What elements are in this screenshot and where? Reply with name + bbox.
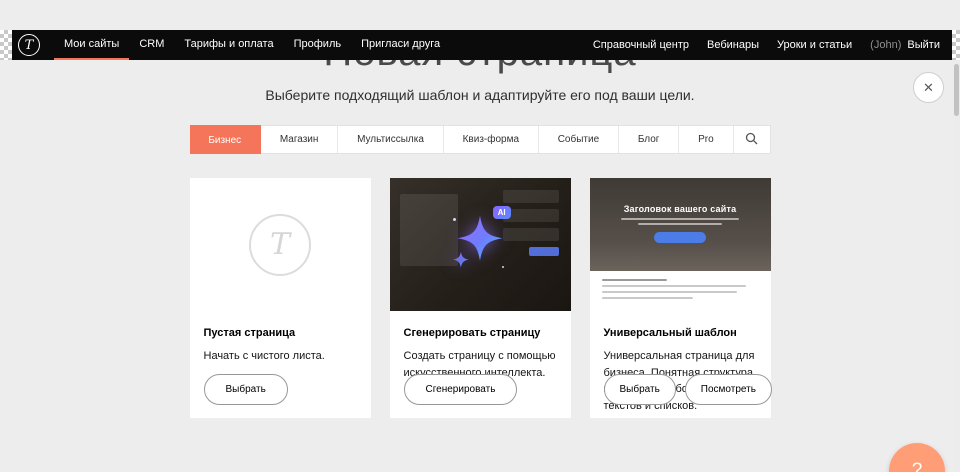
topbar-menu: Мои сайты CRM Тарифы и оплата Профиль Пр…	[54, 30, 450, 60]
menu-item-crm[interactable]: CRM	[129, 30, 174, 60]
card-title: Универсальный шаблон	[604, 327, 757, 339]
generate-button[interactable]: Сгенерировать	[404, 374, 518, 405]
preview-heading: Заголовок вашего сайта	[624, 204, 737, 214]
menu-item-tariffs[interactable]: Тарифы и оплата	[174, 30, 283, 60]
card-generate-ai: AI Сгенерировать страницу Создать страни…	[390, 178, 571, 418]
card-universal-template: Заголовок вашего сайта Универсальный шаб…	[590, 178, 771, 418]
search-icon	[745, 132, 758, 148]
card-title: Сгенерировать страницу	[404, 327, 557, 339]
tilda-logo[interactable]: T	[18, 34, 40, 56]
scrollbar-thumb[interactable]	[954, 64, 959, 116]
preview-cta-button	[654, 232, 706, 243]
question-icon: ?	[912, 460, 923, 472]
card-title: Пустая страница	[204, 327, 357, 339]
topbar: T Мои сайты CRM Тарифы и оплата Профиль …	[0, 30, 960, 60]
menu-item-invite-friend[interactable]: Пригласи друга	[351, 30, 450, 60]
tab-shop[interactable]: Магазин	[261, 126, 338, 153]
choose-button[interactable]: Выбрать	[604, 374, 676, 405]
preview-text-section	[590, 271, 771, 311]
ai-thumbnail: AI	[390, 178, 571, 311]
tab-quiz-form[interactable]: Квиз-форма	[444, 126, 539, 153]
page-subtitle: Выберите подходящий шаблон и адаптируйте…	[0, 87, 960, 103]
account-logout[interactable]: (John) Выйти	[861, 39, 940, 51]
preview-text-line	[602, 279, 668, 281]
logout-label: Выйти	[907, 39, 940, 51]
tilda-logo-letter: T	[270, 227, 290, 262]
template-preview-thumbnail: Заголовок вашего сайта	[590, 178, 771, 311]
close-icon: ✕	[923, 80, 934, 96]
tilda-logo-letter: T	[25, 38, 34, 53]
preview-text-line	[602, 297, 693, 299]
tab-pro[interactable]: Pro	[679, 126, 733, 153]
help-button[interactable]: ?	[889, 443, 945, 472]
preview-text-line	[621, 218, 739, 220]
ai-badge: AI	[493, 206, 511, 219]
card-blank-page: T Пустая страница Начать с чистого листа…	[190, 178, 371, 418]
card-description: Начать с чистого листа.	[204, 348, 357, 365]
blank-page-thumbnail: T	[190, 178, 371, 311]
choose-button[interactable]: Выбрать	[204, 374, 288, 405]
sparkle-dot	[502, 266, 504, 268]
view-button[interactable]: Посмотреть	[685, 374, 772, 405]
tab-multilink[interactable]: Мультиссылка	[338, 126, 444, 153]
link-help-center[interactable]: Справочный центр	[584, 39, 698, 51]
menu-item-profile[interactable]: Профиль	[284, 30, 352, 60]
preview-text-line	[602, 291, 737, 293]
transparency-checker-left	[0, 30, 12, 60]
close-button[interactable]: ✕	[913, 72, 944, 103]
template-category-tabs: Бизнес Магазин Мультиссылка Квиз-форма С…	[190, 125, 771, 154]
sparkle-dot	[453, 218, 456, 221]
tilda-logo-circle: T	[249, 214, 311, 276]
tab-event[interactable]: Событие	[539, 126, 619, 153]
preview-text-line	[602, 285, 746, 287]
link-webinars[interactable]: Вебинары	[698, 39, 768, 51]
topbar-right: Справочный центр Вебинары Уроки и статьи…	[584, 30, 940, 60]
tab-blog[interactable]: Блог	[619, 126, 679, 153]
preview-hero-section: Заголовок вашего сайта	[590, 178, 771, 271]
tab-search[interactable]	[734, 126, 770, 153]
transparency-checker-right	[952, 30, 960, 60]
scrollbar-track	[953, 60, 960, 472]
link-lessons[interactable]: Уроки и статьи	[768, 39, 861, 51]
preview-text-line	[638, 223, 722, 225]
template-cards: T Пустая страница Начать с чистого листа…	[190, 178, 771, 418]
account-name: (John)	[870, 39, 901, 51]
ai-thumb-block	[529, 247, 559, 256]
menu-item-my-sites[interactable]: Мои сайты	[54, 30, 129, 60]
tab-business[interactable]: Бизнес	[190, 125, 262, 154]
ai-thumb-block	[503, 190, 559, 203]
